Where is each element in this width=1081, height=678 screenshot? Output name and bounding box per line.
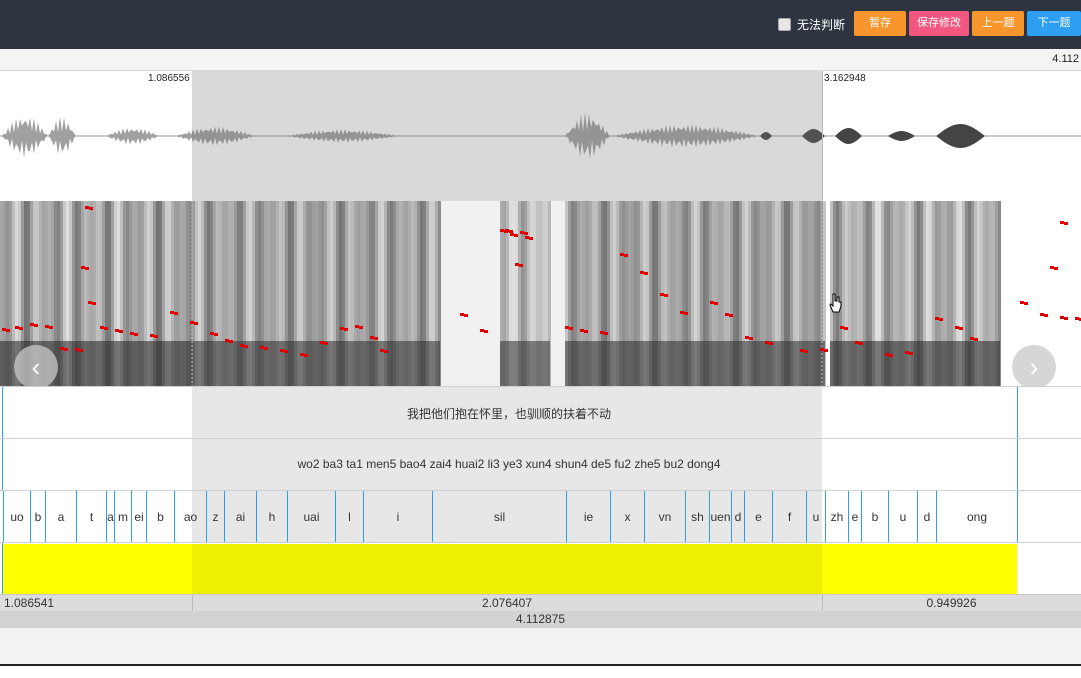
- phone-segment[interactable]: u: [806, 491, 825, 542]
- sentence-tier[interactable]: 我把他们抱在怀里，也驯顺的扶着不动: [0, 386, 1081, 438]
- total-duration-label: 4.112: [1052, 53, 1079, 65]
- cannot-judge-checkbox-wrap[interactable]: 无法判断: [778, 16, 845, 33]
- right-segment-duration: 0.949926: [926, 596, 977, 610]
- phone-segment[interactable]: l: [335, 491, 363, 542]
- previous-page-button[interactable]: ‹: [14, 345, 58, 389]
- phone-segments: uo b a t a m ei b ao z ai h uai l i sil ie x vn sh uen d e f u zh…: [0, 491, 1081, 542]
- total-duration-row: 4.112875: [0, 611, 1081, 628]
- phone-segment[interactable]: sh: [685, 491, 709, 542]
- selection-start-time: 1.086556: [148, 73, 190, 84]
- save-changes-button[interactable]: 保存修改: [909, 11, 969, 36]
- phone-segment[interactable]: a: [45, 491, 76, 542]
- phone-segment[interactable]: e: [744, 491, 772, 542]
- phone-segment[interactable]: ai: [224, 491, 256, 542]
- middle-segment-duration: 2.076407: [481, 596, 533, 610]
- phone-segment[interactable]: h: [256, 491, 287, 542]
- sentence-text[interactable]: 我把他们抱在怀里，也驯顺的扶着不动: [0, 405, 1018, 422]
- spectrogram-panel[interactable]: [0, 201, 1081, 386]
- tier-start-boundary[interactable]: [2, 543, 3, 594]
- phone-segment[interactable]: sil: [432, 491, 566, 542]
- phone-segment[interactable]: ong: [936, 491, 1017, 542]
- chevron-right-icon: ›: [1029, 351, 1039, 382]
- chevron-left-icon: ‹: [31, 351, 41, 382]
- top-toolbar: 无法判断 暂存 保存修改 上一题 下一题: [0, 0, 1081, 49]
- waveform-panel[interactable]: 1.086556 3.162948: [0, 71, 1081, 202]
- pinyin-tier[interactable]: wo2 ba3 ta1 men5 bao4 zai4 huai2 li3 ye3…: [0, 438, 1081, 490]
- spectrogram-graphic: [0, 201, 1081, 386]
- phone-segment[interactable]: m: [114, 491, 131, 542]
- phone-segment[interactable]: uai: [287, 491, 335, 542]
- phone-segment[interactable]: u: [888, 491, 917, 542]
- phone-segment[interactable]: uo: [3, 491, 30, 542]
- segment-duration-row: 1.086541 2.076407 0.949926: [0, 594, 1081, 612]
- phone-segment[interactable]: b: [146, 491, 174, 542]
- phone-segment[interactable]: zh: [825, 491, 848, 542]
- phone-segment[interactable]: ie: [566, 491, 610, 542]
- tier-end-boundary[interactable]: [1017, 491, 1018, 542]
- phone-segment[interactable]: d: [917, 491, 936, 542]
- phone-segment[interactable]: b: [30, 491, 45, 542]
- annotation-tier[interactable]: [0, 542, 1081, 594]
- phone-segment[interactable]: d: [731, 491, 744, 542]
- phone-segment[interactable]: z: [206, 491, 224, 542]
- phone-tier[interactable]: uo b a t a m ei b ao z ai h uai l i sil ie x vn sh uen d e f u zh…: [0, 490, 1081, 542]
- next-item-button[interactable]: 下一题: [1027, 11, 1081, 36]
- phone-segment[interactable]: ao: [174, 491, 206, 542]
- waveform-selection-region[interactable]: [192, 71, 822, 201]
- phone-segment[interactable]: t: [76, 491, 106, 542]
- selection-end-time: 3.162948: [824, 73, 866, 84]
- phone-segment[interactable]: a: [106, 491, 114, 542]
- hand-cursor-icon: [829, 293, 842, 313]
- phone-segment[interactable]: uen: [709, 491, 731, 542]
- phone-segment[interactable]: i: [363, 491, 432, 542]
- left-segment-duration: 1.086541: [4, 596, 55, 610]
- cannot-judge-checkbox[interactable]: [778, 18, 791, 31]
- selection-overlay: [192, 544, 822, 594]
- phone-segment[interactable]: ei: [131, 491, 146, 542]
- next-page-button[interactable]: ›: [1012, 345, 1056, 389]
- phone-segment[interactable]: x: [610, 491, 644, 542]
- phone-segment[interactable]: f: [772, 491, 806, 542]
- footer-area: [0, 628, 1081, 664]
- phone-segment[interactable]: b: [861, 491, 888, 542]
- pinyin-text[interactable]: wo2 ba3 ta1 men5 bao4 zai4 huai2 li3 ye3…: [0, 457, 1018, 471]
- previous-item-button[interactable]: 上一题: [972, 11, 1024, 36]
- selection-end-line[interactable]: [822, 71, 823, 201]
- phone-segment[interactable]: vn: [644, 491, 685, 542]
- timeline-ruler: 4.112: [0, 49, 1081, 71]
- phone-segment[interactable]: e: [848, 491, 861, 542]
- temp-save-button[interactable]: 暂存: [854, 11, 906, 36]
- cannot-judge-label[interactable]: 无法判断: [797, 16, 845, 33]
